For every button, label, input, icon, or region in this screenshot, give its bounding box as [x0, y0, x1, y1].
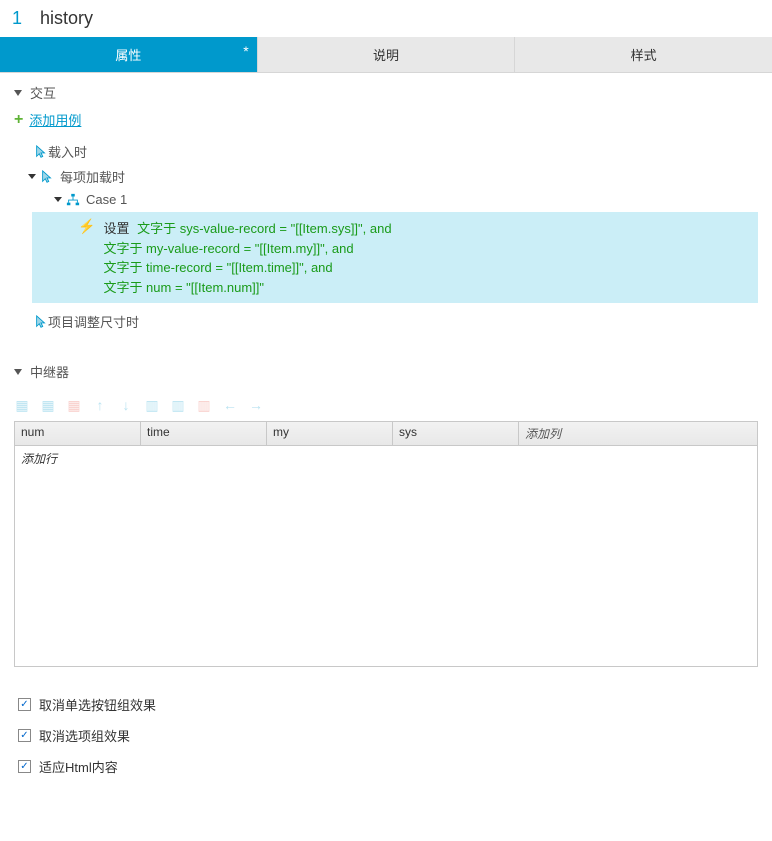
tb-col1-icon[interactable]: ▥	[144, 397, 160, 413]
checkbox-row-selection[interactable]: 取消选项组效果	[0, 720, 772, 751]
event-onload-label: 载入时	[48, 142, 87, 161]
column-header-my[interactable]: my	[267, 422, 393, 445]
add-case-button[interactable]: + 添加用例	[14, 110, 758, 129]
tb-delcol-icon[interactable]: ▥	[196, 397, 212, 413]
event-onresize-label: 项目调整尺寸时	[48, 312, 139, 331]
tb-delete-icon[interactable]: ▦	[66, 397, 82, 413]
repeater-toolbar: ▦ ▦ ▦ ↑ ↓ ▥ ▥ ▥ ← →	[0, 389, 772, 421]
column-header-sys[interactable]: sys	[393, 422, 519, 445]
expand-triangle-icon	[28, 174, 36, 179]
action-block[interactable]: ⚡ 设置 文字于 sys-value-record = "[[Item.sys]…	[32, 212, 758, 303]
table-header-row: num time my sys 添加列	[15, 422, 757, 446]
tab-notes[interactable]: 说明	[258, 37, 516, 72]
page-title: history	[40, 8, 93, 29]
checkbox-label-radio: 取消单选按钮组效果	[39, 695, 156, 714]
cursor-icon	[40, 170, 54, 184]
tb-up-icon[interactable]: ↑	[92, 397, 108, 413]
checkbox-row-html[interactable]: 适应Html内容	[0, 751, 772, 782]
tb-left-icon[interactable]: ←	[222, 397, 238, 413]
tb-right-icon[interactable]: →	[248, 397, 264, 413]
interactions-title: 交互	[30, 83, 56, 102]
checkbox-icon[interactable]	[18, 760, 31, 773]
interactions-section-toggle[interactable]: 交互	[14, 83, 758, 102]
page-index: 1	[12, 8, 22, 29]
action-line-1: 文字于 my-value-record = "[[Item.my]]", and	[103, 239, 391, 259]
tab-notes-label: 说明	[373, 48, 399, 63]
chevron-down-icon	[14, 369, 22, 375]
cursor-icon	[34, 315, 48, 329]
checkbox-icon[interactable]	[18, 729, 31, 742]
tb-grid2-icon[interactable]: ▦	[40, 397, 56, 413]
repeater-data-table: num time my sys 添加列 添加行	[14, 421, 758, 667]
cursor-icon	[34, 145, 48, 159]
dirty-indicator: *	[243, 43, 248, 59]
repeater-section-toggle[interactable]: 中继器	[14, 362, 758, 381]
checkbox-label-html: 适应Html内容	[39, 757, 118, 776]
tb-grid1-icon[interactable]: ▦	[14, 397, 30, 413]
plus-icon: +	[14, 111, 23, 129]
tab-style[interactable]: 样式	[515, 37, 772, 72]
column-header-time[interactable]: time	[141, 422, 267, 445]
tab-properties-label: 属性	[115, 48, 141, 63]
checkbox-label-selection: 取消选项组效果	[39, 726, 130, 745]
add-column-button[interactable]: 添加列	[519, 422, 757, 445]
tab-style-label: 样式	[631, 48, 657, 63]
checkbox-row-radio[interactable]: 取消单选按钮组效果	[0, 689, 772, 720]
tab-properties[interactable]: 属性 *	[0, 37, 258, 72]
case-1[interactable]: Case 1	[14, 189, 758, 210]
chevron-down-icon	[14, 90, 22, 96]
tb-col2-icon[interactable]: ▥	[170, 397, 186, 413]
event-onresize[interactable]: 项目调整尺寸时	[14, 309, 758, 334]
repeater-title: 中继器	[30, 362, 69, 381]
event-onitemload-label: 每项加载时	[60, 167, 125, 186]
action-line-2: 文字于 time-record = "[[Item.time]]", and	[103, 258, 391, 278]
action-line-3: 文字于 num = "[[Item.num]]"	[103, 278, 391, 298]
add-case-label: 添加用例	[29, 110, 81, 129]
case-1-label: Case 1	[86, 192, 127, 207]
checkbox-icon[interactable]	[18, 698, 31, 711]
add-row-button[interactable]: 添加行	[15, 446, 757, 471]
table-body[interactable]: 添加行	[15, 446, 757, 666]
property-tabs: 属性 * 说明 样式	[0, 37, 772, 73]
tb-down-icon[interactable]: ↓	[118, 397, 134, 413]
action-prefix: 设置	[103, 221, 129, 236]
bolt-icon: ⚡	[78, 218, 95, 235]
action-line-0: 文字于 sys-value-record = "[[Item.sys]]", a…	[137, 221, 392, 236]
column-header-num[interactable]: num	[15, 422, 141, 445]
event-onload[interactable]: 载入时	[14, 139, 758, 164]
event-onitemload[interactable]: 每项加载时	[14, 164, 758, 189]
flow-icon	[66, 193, 80, 207]
expand-triangle-icon	[54, 197, 62, 202]
